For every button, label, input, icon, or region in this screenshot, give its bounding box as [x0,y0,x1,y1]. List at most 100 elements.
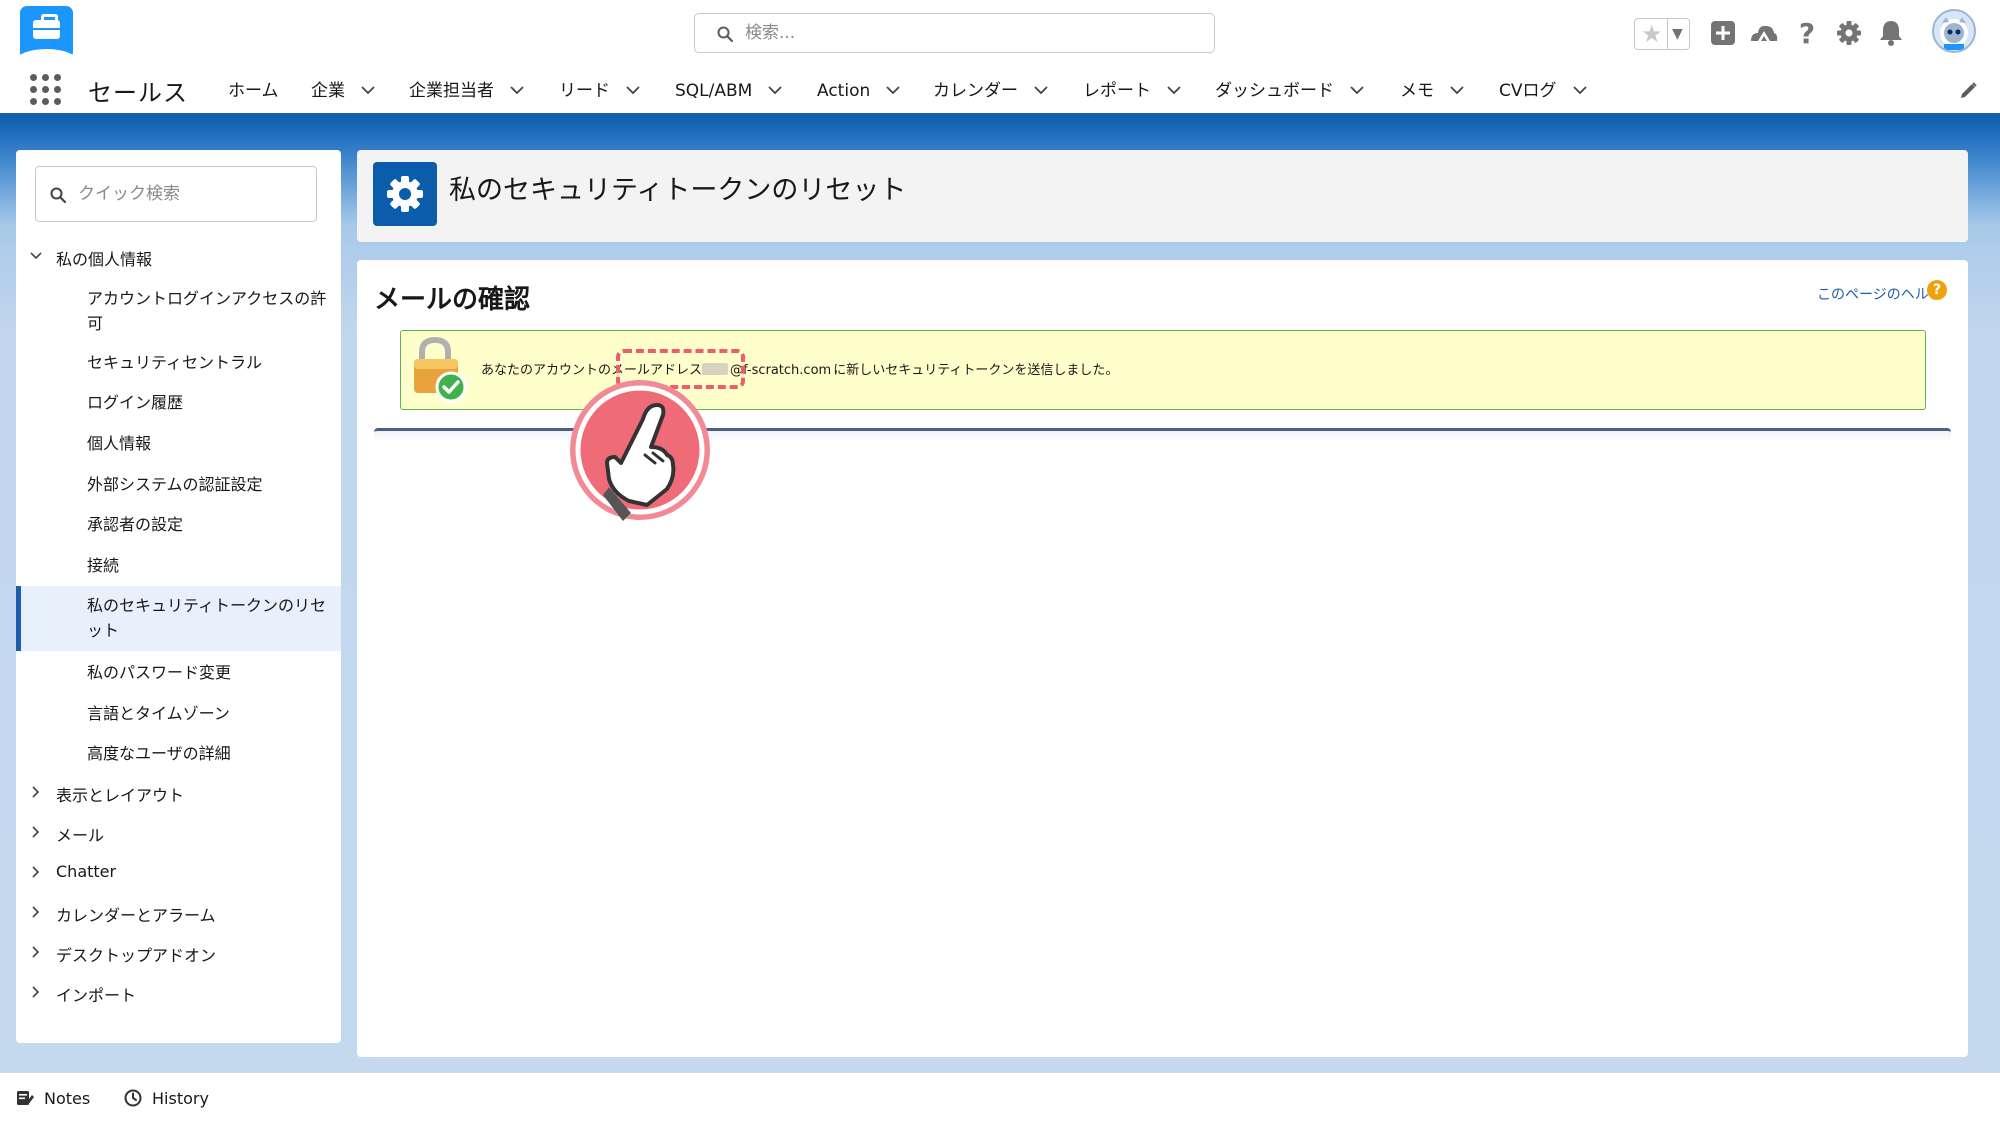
tree-section-label: 表示とレイアウト [56,786,185,805]
tree-section-desktop-addons[interactable]: デスクトップアドオン [16,938,341,970]
bell-icon[interactable] [1874,16,1908,50]
pencil-icon[interactable] [1957,80,1979,102]
confirmation-text: あなたのアカウントのメールアドレス @f-scratch.com に新しいセキュリテ… [481,359,1118,378]
tree-section-personal-info[interactable]: 私の個人情報 [16,242,341,274]
tree-item-personal-info[interactable]: 個人情報 [16,427,341,459]
search-icon [50,187,66,203]
chevron-right-icon[interactable] [28,944,44,960]
chevron-right-icon[interactable] [28,784,44,800]
nav-item-contacts[interactable]: 企業担当者 [409,79,526,105]
nav-item-dashboards[interactable]: ダッシュボード [1215,79,1366,105]
global-header: ★ ▼ ? [0,0,2000,66]
chevron-down-icon[interactable] [508,81,526,99]
nav-item-label: SQL/ABM [675,81,753,101]
tree-item-login-history[interactable]: ログイン履歴 [16,386,341,418]
utility-notes[interactable]: Notes [16,1089,90,1108]
nav-item-reports[interactable]: レポート [1083,79,1183,105]
chevron-down-icon[interactable] [1165,81,1183,99]
utility-bar: Notes History [0,1072,2000,1125]
chevron-down-icon[interactable]: ▼ [1672,23,1683,45]
star-icon[interactable]: ★ [1641,21,1663,47]
favorites-button[interactable]: ★ ▼ [1634,18,1690,50]
tree-item-login-access[interactable]: アカウントログインアクセスの許可 [16,282,341,334]
email-domain: @f-scratch.com [730,363,832,378]
hand-pointer-icon [570,380,710,521]
tree-item-reset-security-token[interactable]: 私のセキュリティトークンのリセット [16,586,341,651]
chevron-down-icon[interactable] [766,81,784,99]
app-launcher-icon[interactable] [30,74,62,106]
chevron-down-icon[interactable] [884,81,902,99]
tree-item-label: 接続 [87,556,120,575]
tree-item-label: 私のセキュリティトークンのリセット [87,596,327,640]
briefcase-cloud-icon[interactable] [20,6,73,59]
quick-find[interactable] [35,166,317,222]
tree-item-approver-settings[interactable]: 承認者の設定 [16,508,341,540]
chevron-down-icon[interactable] [28,248,44,264]
tree-section-label: メール [56,826,105,845]
tree-item-language-timezone[interactable]: 言語とタイムゾーン [16,697,341,729]
trailhead-icon[interactable] [1747,16,1781,50]
tree-section-email[interactable]: メール [16,818,341,850]
gear-icon[interactable] [1832,16,1866,50]
quick-find-input[interactable] [78,179,308,209]
chevron-down-icon[interactable] [1348,81,1366,99]
page-title: 私のセキュリティトークンのリセット [449,175,907,206]
chevron-down-icon[interactable] [624,81,642,99]
nav-item-sql-abm[interactable]: SQL/ABM [675,79,784,105]
nav-item-calendar[interactable]: カレンダー [933,79,1050,105]
section-title: メールの確認 [374,285,531,315]
nav-item-notes[interactable]: メモ [1400,79,1466,105]
nav-item-accounts[interactable]: 企業 [311,79,377,105]
gear-icon [387,176,423,212]
nav-item-label: レポート [1083,81,1151,101]
notes-icon [17,1091,34,1105]
tree-item-security-central[interactable]: セキュリティセントラル [16,346,341,378]
plus-icon[interactable] [1706,16,1740,50]
tree-item-label: 高度なユーザの詳細 [87,744,231,763]
chevron-down-icon[interactable] [1448,81,1466,99]
tree-item-label: アカウントログインアクセスの許可 [87,289,327,333]
tree-section-label: デスクトップアドオン [56,946,217,965]
nav-item-label: 企業 [311,81,345,101]
utility-history[interactable]: History [124,1089,209,1108]
tree-section-chatter[interactable]: Chatter [16,858,341,890]
help-icon[interactable]: ? [1927,280,1947,300]
tree-item-connections[interactable]: 接続 [16,549,341,581]
nav-item-label: ダッシュボード [1215,81,1334,101]
nav-item-cv-log[interactable]: CVログ [1499,79,1589,105]
tree-item-advanced-user-details[interactable]: 高度なユーザの詳細 [16,737,341,769]
tree-item-label: ログイン履歴 [87,393,184,412]
nav-item-label: カレンダー [933,81,1018,101]
tree-item-label: 外部システムの認証設定 [87,475,263,494]
tree-section-display-layout[interactable]: 表示とレイアウト [16,778,341,810]
app-name: セールス [88,79,188,107]
nav-item-action[interactable]: Action [817,79,902,105]
nav-item-leads[interactable]: リード [559,79,642,105]
chevron-right-icon[interactable] [28,984,44,1000]
question-icon[interactable]: ? [1790,16,1824,50]
chevron-right-icon[interactable] [28,904,44,920]
utility-notes-label: Notes [44,1089,91,1108]
global-search[interactable] [694,13,1215,53]
tree-item-label: 言語とタイムゾーン [87,704,230,723]
global-search-input[interactable] [745,18,1195,48]
message-suffix: に新しいセキュリティトークンを送信しました。 [833,363,1119,378]
chevron-down-icon[interactable] [1571,81,1589,99]
tree-item-external-auth[interactable]: 外部システムの認証設定 [16,468,341,500]
chevron-right-icon[interactable] [28,824,44,840]
tree-item-change-password[interactable]: 私のパスワード変更 [16,656,341,688]
chevron-down-icon[interactable] [359,81,377,99]
astro-avatar[interactable] [1932,9,1976,53]
tree-section-calendar-alarms[interactable]: カレンダーとアラーム [16,898,341,930]
lock-check-icon [414,337,467,403]
page-icon [373,162,437,226]
nav-item-home[interactable]: ホーム [228,79,279,105]
nav-item-label: メモ [1400,81,1434,101]
tree-section-import[interactable]: インポート [16,978,341,1010]
chevron-right-icon[interactable] [28,864,44,880]
help-link[interactable]: このページのヘルプ [1817,284,1943,304]
chevron-down-icon[interactable] [1032,81,1050,99]
page-header: 私のセキュリティトークンのリセット [357,150,1968,242]
utility-history-label: History [152,1089,209,1108]
tree-section-label: インポート [56,986,137,1005]
